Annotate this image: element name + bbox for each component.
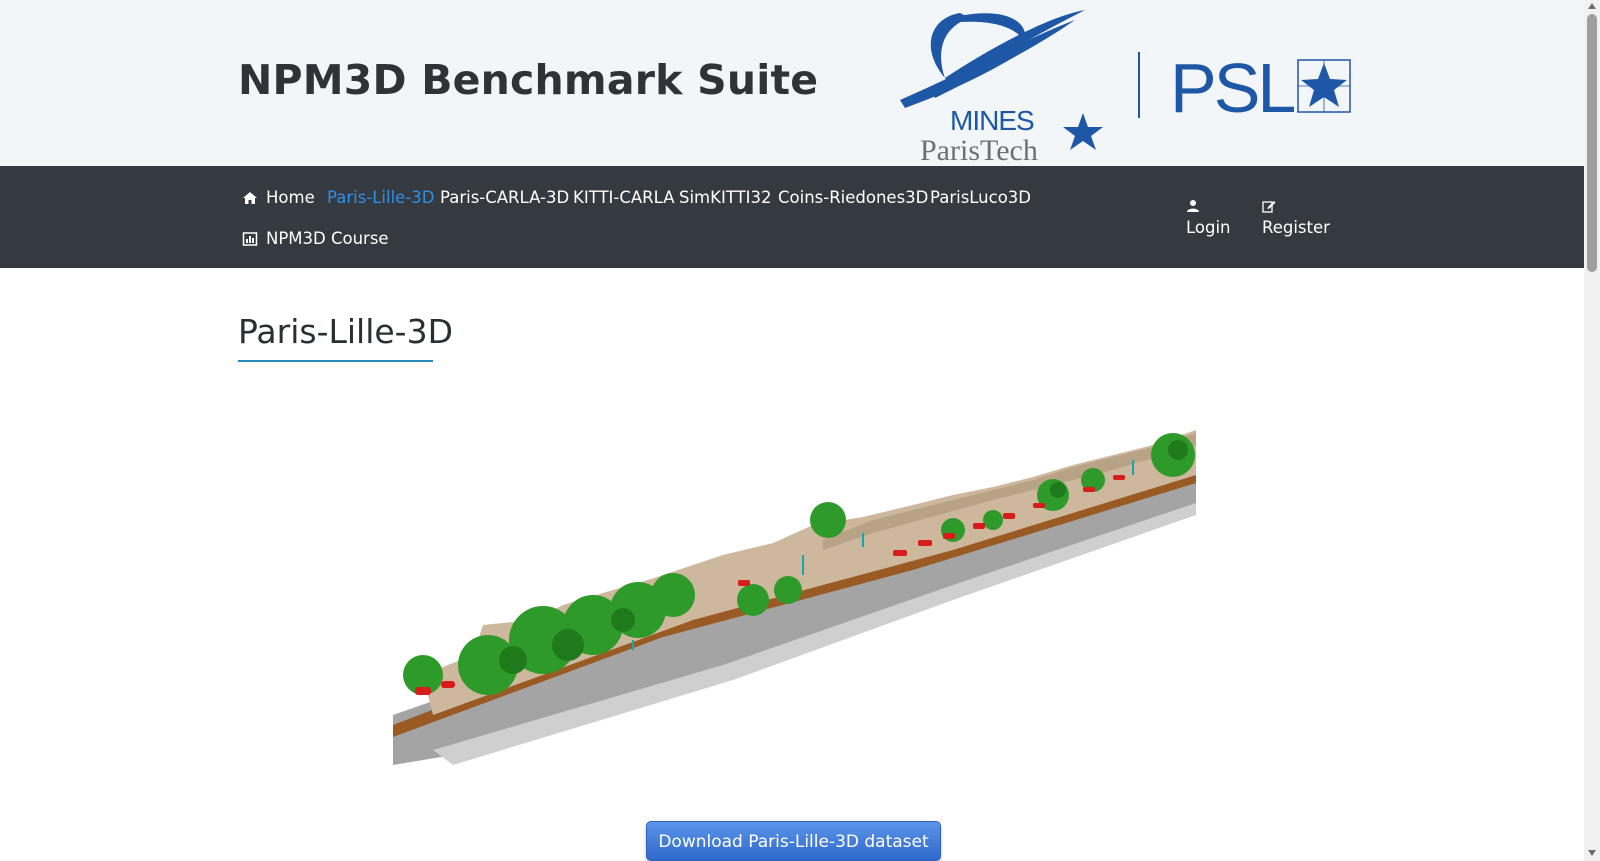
paris-lille-3d-point-cloud-image: [393, 430, 1196, 765]
scroll-up-arrow-icon[interactable]: [1588, 3, 1596, 9]
nav-parisluco3d-label: ParisLuco3D: [930, 188, 1032, 207]
main-navbar: Home Paris-Lille-3D Paris-CARLA-3D KITTI…: [0, 166, 1584, 268]
nav-npm3d-course[interactable]: NPM3D Course: [242, 229, 389, 248]
svg-text:MINES: MINES: [950, 105, 1034, 136]
nav-paris-lille-3d[interactable]: Paris-Lille-3D: [327, 188, 435, 207]
page-scrollbar[interactable]: [1584, 0, 1600, 861]
scroll-down-arrow-icon[interactable]: [1588, 850, 1596, 856]
nav-register[interactable]: Register: [1262, 198, 1330, 237]
nav-home-label: Home: [266, 188, 315, 207]
psl-logo: PSL: [1170, 54, 1351, 120]
logo-divider: [1138, 52, 1140, 118]
nav-simkitti32-label: SimKITTI32: [679, 188, 772, 207]
nav-kitti-carla[interactable]: KITTI-CARLA: [573, 188, 675, 207]
site-title: NPM3D Benchmark Suite: [238, 56, 819, 104]
title-underline: [238, 360, 433, 362]
home-icon: [242, 190, 258, 206]
nav-simkitti32[interactable]: SimKITTI32: [679, 188, 772, 207]
user-icon: [1186, 198, 1200, 212]
page-title: Paris-Lille-3D: [238, 312, 453, 351]
nav-coins-riedones3d[interactable]: Coins-Riedones3D: [778, 188, 928, 207]
download-dataset-button[interactable]: Download Paris-Lille-3D dataset: [646, 821, 941, 861]
nav-paris-carla-3d[interactable]: Paris-CARLA-3D: [440, 188, 569, 207]
bar-chart-icon: [242, 231, 258, 247]
svg-text:ParisTech: ParisTech: [920, 134, 1038, 163]
nav-register-label: Register: [1262, 218, 1330, 237]
nav-parisluco3d[interactable]: ParisLuco3D: [930, 188, 1031, 207]
nav-login-label: Login: [1186, 218, 1231, 237]
edit-icon: [1262, 198, 1276, 213]
nav-paris-lille-3d-label: Paris-Lille-3D: [327, 188, 435, 207]
nav-paris-carla-3d-label: Paris-CARLA-3D: [440, 188, 570, 207]
nav-coins-riedones3d-label: Coins-Riedones3D: [778, 188, 929, 207]
nav-npm3d-course-label: NPM3D Course: [266, 229, 389, 248]
nav-login[interactable]: Login: [1186, 198, 1231, 237]
mines-paristech-logo: MINES ParisTech: [900, 10, 1103, 163]
site-header: NPM3D Benchmark Suite MINES ParisTech PS…: [0, 0, 1584, 166]
nav-home[interactable]: Home: [242, 188, 315, 207]
svg-text:PSL: PSL: [1170, 54, 1294, 120]
scrollbar-thumb[interactable]: [1587, 14, 1597, 272]
page: NPM3D Benchmark Suite MINES ParisTech PS…: [0, 0, 1584, 861]
nav-kitti-carla-label: KITTI-CARLA: [573, 188, 675, 207]
